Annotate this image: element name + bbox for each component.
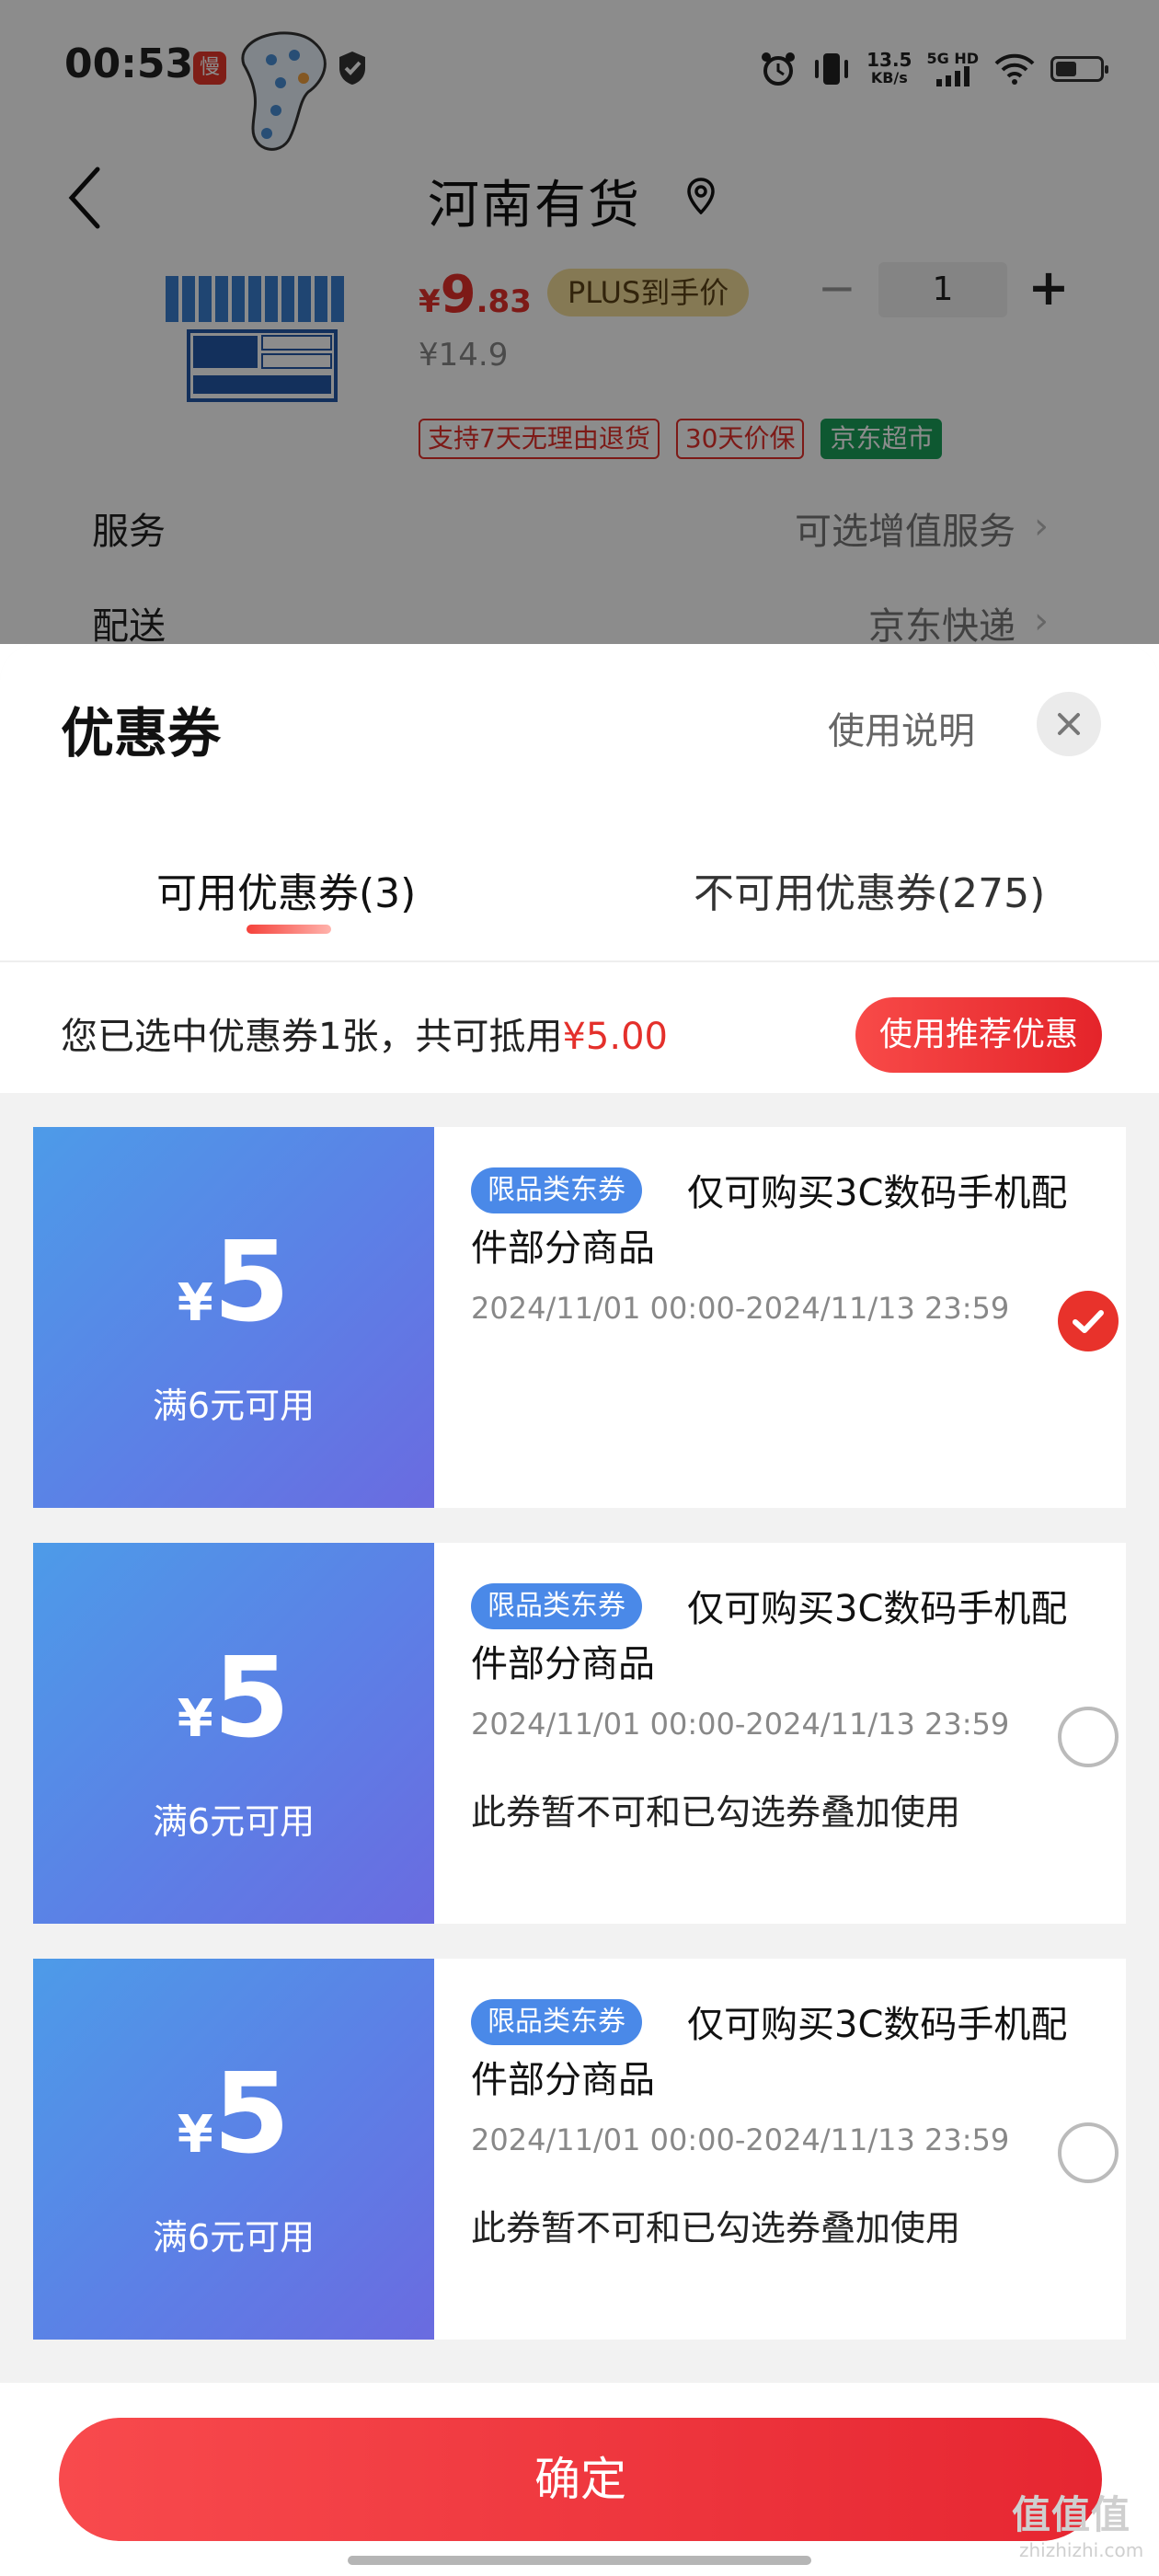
coupon-details: 仅可购买3C数码手机配件部分商品 限品类东券 2024/11/01 00:00-… [434, 1127, 1126, 1508]
coupon-details: 仅可购买3C数码手机配件部分商品 限品类东券 2024/11/01 00:00-… [434, 1543, 1126, 1924]
coupon-validity: 2024/11/01 00:00-2024/11/13 23:59 [471, 1291, 1010, 1326]
coupon-type-badge: 限品类东券 [471, 1999, 642, 2045]
confirm-button[interactable]: 确定 [59, 2418, 1102, 2541]
coupon-amount-value: 5 [212, 1219, 291, 1347]
coupon-stack-note: 此券暂不可和已勾选券叠加使用 [471, 2208, 961, 2248]
tab-unavailable-coupons[interactable]: 不可用优惠券(275) [694, 860, 1045, 919]
use-recommended-button[interactable]: 使用推荐优惠 [855, 997, 1102, 1073]
active-tab-indicator [247, 925, 331, 934]
coupon-value-panel: ¥5 满6元可用 [26, 1959, 434, 2340]
summary-text: 您已选中优惠券1张，共可抵用¥5.00 [61, 1006, 668, 1060]
modal-overlay[interactable] [0, 0, 1159, 644]
coupon-amount: ¥5 [33, 1644, 434, 1754]
sheet-title: 优惠券 [61, 702, 222, 765]
coupon-amount: ¥5 [33, 1228, 434, 1339]
coupon-stack-note: 此券暂不可和已勾选券叠加使用 [471, 1792, 961, 1833]
coupon-condition: 满6元可用 [152, 1801, 316, 1842]
coupon-type-badge: 限品类东券 [471, 1167, 642, 1213]
coupon-checkbox[interactable] [1058, 1707, 1119, 1767]
coupon-type-badge: 限品类东券 [471, 1583, 642, 1629]
coupon-amount-value: 5 [212, 2051, 291, 2179]
coupon-value-panel: ¥5 满6元可用 [26, 1543, 434, 1924]
coupon-condition: 满6元可用 [152, 2217, 316, 2258]
checkmark-icon [1073, 1310, 1104, 1333]
coupon-validity: 2024/11/01 00:00-2024/11/13 23:59 [471, 2122, 1010, 2157]
summary-prefix: 您已选中优惠券1张，共可抵用 [61, 1016, 563, 1058]
summary-amount: ¥5.00 [562, 1016, 668, 1058]
sheet-header: 优惠券 使用说明 可用优惠券(3) 不可用优惠券(275) [0, 644, 1159, 962]
coupon-condition: 满6元可用 [152, 1386, 316, 1426]
coupon-currency: ¥ [177, 1689, 213, 1749]
coupon-checkbox[interactable] [1058, 2122, 1119, 2183]
coupon-amount: ¥5 [33, 2060, 434, 2170]
coupon-details: 仅可购买3C数码手机配件部分商品 限品类东券 2024/11/01 00:00-… [434, 1959, 1126, 2340]
sheet-footer: 确定 [0, 2383, 1159, 2576]
home-indicator[interactable] [348, 2556, 811, 2565]
close-icon [1058, 713, 1080, 735]
coupon-card[interactable]: ¥5 满6元可用 仅可购买3C数码手机配件部分商品 限品类东券 2024/11/… [26, 1127, 1126, 1508]
coupon-value-panel: ¥5 满6元可用 [26, 1127, 434, 1508]
coupon-currency: ¥ [177, 1273, 213, 1333]
coupon-validity: 2024/11/01 00:00-2024/11/13 23:59 [471, 1707, 1010, 1742]
close-button[interactable] [1037, 692, 1101, 756]
usage-instructions-link[interactable]: 使用说明 [828, 701, 975, 754]
coupon-sheet: 优惠券 使用说明 可用优惠券(3) 不可用优惠券(275) 您已选中优惠券1张，… [0, 644, 1159, 2576]
coupon-card[interactable]: ¥5 满6元可用 仅可购买3C数码手机配件部分商品 限品类东券 2024/11/… [26, 1543, 1126, 1924]
coupon-currency: ¥ [177, 2105, 213, 2165]
coupon-amount-value: 5 [212, 1635, 291, 1763]
watermark-url: zhizhizhi.com [1019, 2539, 1144, 2561]
watermark-logo: 值值值 [1012, 2492, 1131, 2537]
selection-summary: 您已选中优惠券1张，共可抵用¥5.00 使用推荐优惠 [0, 962, 1159, 1093]
tab-available-coupons[interactable]: 可用优惠券(3) [156, 860, 416, 919]
coupon-card[interactable]: ¥5 满6元可用 仅可购买3C数码手机配件部分商品 限品类东券 2024/11/… [26, 1959, 1126, 2340]
coupon-checkbox-checked[interactable] [1058, 1291, 1119, 1351]
